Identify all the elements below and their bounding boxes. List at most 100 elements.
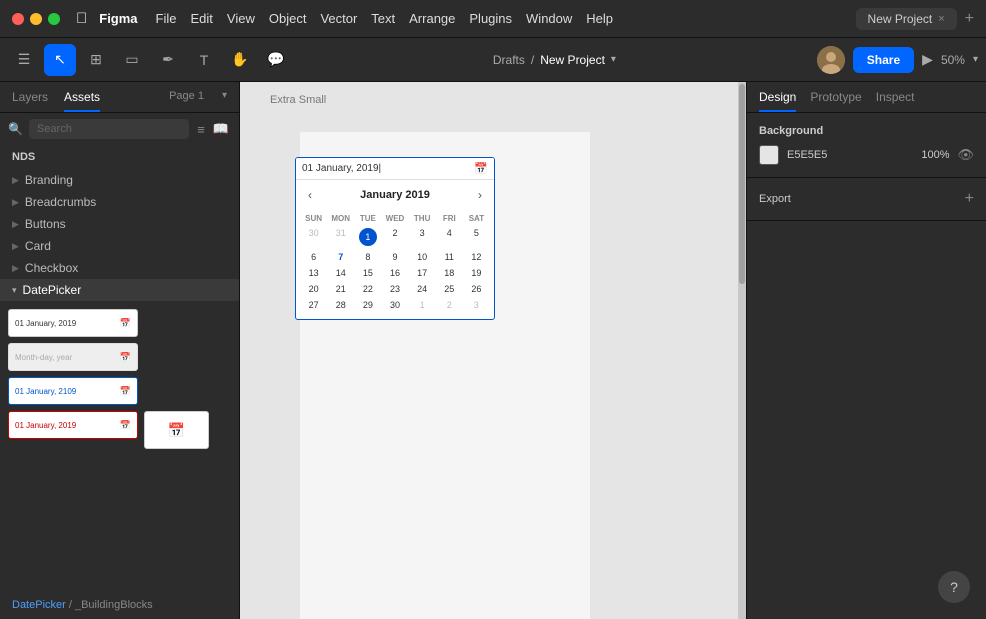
calendar-day[interactable]: 10 bbox=[409, 249, 436, 265]
calendar-day[interactable]: 9 bbox=[381, 249, 408, 265]
menu-help[interactable]: Help bbox=[586, 11, 613, 26]
menu-text[interactable]: Text bbox=[371, 11, 395, 26]
calendar-day[interactable]: 14 bbox=[327, 265, 354, 281]
close-button[interactable] bbox=[12, 13, 24, 25]
calendar-day[interactable]: 26 bbox=[463, 281, 490, 297]
tree-item-buttons[interactable]: ▶ Buttons bbox=[0, 213, 239, 235]
help-button[interactable]: ? bbox=[938, 571, 970, 603]
tree-item-checkbox[interactable]: ▶ Checkbox bbox=[0, 257, 239, 279]
calendar-day[interactable]: 30 bbox=[300, 225, 327, 249]
page-label[interactable]: Page 1 bbox=[169, 90, 204, 112]
datepicker-thumb-icon[interactable]: 📅 bbox=[144, 411, 209, 449]
calendar-day[interactable]: 11 bbox=[436, 249, 463, 265]
menu-plugins[interactable]: Plugins bbox=[469, 11, 512, 26]
breadcrumb-project[interactable]: New Project bbox=[540, 53, 605, 67]
calendar-day[interactable]: 12 bbox=[463, 249, 490, 265]
calendar-day[interactable]: 3 bbox=[463, 297, 490, 313]
calendar-day[interactable]: 24 bbox=[409, 281, 436, 297]
menu-edit[interactable]: Edit bbox=[191, 11, 213, 26]
calendar-day[interactable]: 2 bbox=[381, 225, 408, 249]
tab-prototype[interactable]: Prototype bbox=[810, 90, 861, 112]
shape-tool-button[interactable]: ▭ bbox=[116, 44, 148, 76]
calendar-icon[interactable]: 📅 bbox=[474, 162, 488, 175]
tree-item-branding[interactable]: ▶ Branding bbox=[0, 169, 239, 191]
tab-close[interactable]: × bbox=[938, 13, 944, 25]
color-value[interactable]: E5E5E5 bbox=[787, 149, 913, 161]
calendar-day[interactable]: 7 bbox=[327, 249, 354, 265]
datepicker-thumb-error-blue[interactable]: 01 January, 2109 📅 bbox=[8, 377, 138, 405]
calendar-day[interactable]: 2 bbox=[436, 297, 463, 313]
add-export-button[interactable]: + bbox=[965, 190, 974, 208]
tree-item-datepicker[interactable]: ▾ DatePicker bbox=[0, 279, 239, 301]
calendar-day[interactable]: 1 bbox=[354, 225, 381, 249]
color-opacity[interactable]: 100% bbox=[921, 149, 949, 161]
calendar-day[interactable]: 28 bbox=[327, 297, 354, 313]
hand-tool-button[interactable]: ✋ bbox=[224, 44, 256, 76]
comment-tool-button[interactable]: 💬 bbox=[260, 44, 292, 76]
datepicker-thumb-normal[interactable]: 01 January, 2019 📅 bbox=[8, 309, 138, 337]
search-input[interactable] bbox=[29, 119, 189, 139]
breadcrumb-drafts[interactable]: Drafts bbox=[493, 53, 525, 67]
tab-inspect[interactable]: Inspect bbox=[876, 90, 915, 112]
text-tool-button[interactable]: T bbox=[188, 44, 220, 76]
calendar-day[interactable]: 19 bbox=[463, 265, 490, 281]
minimize-button[interactable] bbox=[30, 13, 42, 25]
zoom-level[interactable]: 50% bbox=[941, 53, 965, 67]
list-view-button[interactable]: ≡ bbox=[195, 119, 207, 139]
menu-file[interactable]: File bbox=[156, 11, 177, 26]
page-chevron[interactable]: ▾ bbox=[222, 90, 227, 112]
date-input-value[interactable]: 01 January, 2019| bbox=[302, 163, 474, 174]
calendar-day[interactable]: 22 bbox=[354, 281, 381, 297]
book-icon-button[interactable]: 📖 bbox=[211, 119, 231, 139]
new-tab-button[interactable]: + bbox=[965, 11, 974, 27]
calendar-day[interactable]: 4 bbox=[436, 225, 463, 249]
calendar-day[interactable]: 15 bbox=[354, 265, 381, 281]
tree-item-card[interactable]: ▶ Card bbox=[0, 235, 239, 257]
menu-vector[interactable]: Vector bbox=[320, 11, 357, 26]
visibility-toggle[interactable]: 👁 bbox=[957, 147, 974, 163]
menu-object[interactable]: Object bbox=[269, 11, 307, 26]
menu-arrange[interactable]: Arrange bbox=[409, 11, 455, 26]
canvas-scrollbar[interactable] bbox=[738, 82, 746, 619]
calendar-day[interactable]: 6 bbox=[300, 249, 327, 265]
zoom-chevron[interactable]: ▾ bbox=[973, 54, 978, 65]
scrollbar-thumb[interactable] bbox=[739, 84, 745, 284]
calendar-day[interactable]: 20 bbox=[300, 281, 327, 297]
prev-month-button[interactable]: ‹ bbox=[304, 186, 316, 204]
share-button[interactable]: Share bbox=[853, 47, 914, 73]
tab-layers[interactable]: Layers bbox=[12, 90, 48, 112]
tab-assets[interactable]: Assets bbox=[64, 90, 100, 112]
calendar-day[interactable]: 16 bbox=[381, 265, 408, 281]
calendar-day[interactable]: 27 bbox=[300, 297, 327, 313]
menu-view[interactable]: View bbox=[227, 11, 255, 26]
play-button[interactable]: ▶ bbox=[922, 51, 933, 68]
hamburger-menu-button[interactable]: ☰ bbox=[8, 44, 40, 76]
tree-item-breadcrumbs[interactable]: ▶ Breadcrumbs bbox=[0, 191, 239, 213]
breadcrumb-chevron[interactable]: ▾ bbox=[611, 54, 616, 65]
calendar-day[interactable]: 31 bbox=[327, 225, 354, 249]
calendar-day[interactable]: 13 bbox=[300, 265, 327, 281]
calendar-day[interactable]: 25 bbox=[436, 281, 463, 297]
calendar-day[interactable]: 23 bbox=[381, 281, 408, 297]
select-tool-button[interactable]: ↖ bbox=[44, 44, 76, 76]
menu-window[interactable]: Window bbox=[526, 11, 572, 26]
calendar-day[interactable]: 29 bbox=[354, 297, 381, 313]
datepicker-thumb-error-red[interactable]: 01 January, 2019 📅 bbox=[8, 411, 138, 439]
calendar-day[interactable]: 21 bbox=[327, 281, 354, 297]
calendar-day[interactable]: 8 bbox=[354, 249, 381, 265]
calendar-day[interactable]: 5 bbox=[463, 225, 490, 249]
next-month-button[interactable]: › bbox=[474, 186, 486, 204]
calendar-day[interactable]: 17 bbox=[409, 265, 436, 281]
calendar-day[interactable]: 1 bbox=[409, 297, 436, 313]
calendar-day[interactable]: 18 bbox=[436, 265, 463, 281]
datepicker-thumb-disabled[interactable]: Month-day, year 📅 bbox=[8, 343, 138, 371]
canvas[interactable]: Extra Small 01 January, 2019| 📅 ‹ Januar… bbox=[240, 82, 746, 619]
color-swatch[interactable] bbox=[759, 145, 779, 165]
frame-tool-button[interactable]: ⊞ bbox=[80, 44, 112, 76]
active-tab[interactable]: New Project × bbox=[856, 8, 957, 30]
selected-day[interactable]: 1 bbox=[359, 228, 377, 246]
maximize-button[interactable] bbox=[48, 13, 60, 25]
tab-design[interactable]: Design bbox=[759, 90, 796, 112]
calendar-day[interactable]: 3 bbox=[409, 225, 436, 249]
calendar-day[interactable]: 30 bbox=[381, 297, 408, 313]
